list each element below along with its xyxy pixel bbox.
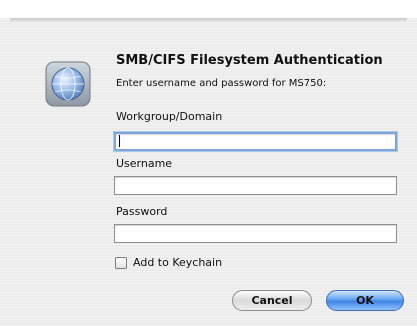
ok-button[interactable]: OK — [326, 290, 404, 311]
username-input[interactable] — [114, 176, 397, 195]
authentication-dialog: SMB/CIFS Filesystem Authentication Enter… — [0, 18, 417, 326]
text-caret — [119, 135, 120, 147]
keychain-checkbox[interactable] — [115, 257, 127, 269]
dialog-title: SMB/CIFS Filesystem Authentication — [116, 53, 383, 68]
password-input[interactable] — [114, 224, 397, 243]
dialog-top-edge — [10, 18, 407, 22]
username-label: Username — [116, 157, 173, 170]
workgroup-input[interactable] — [114, 132, 397, 151]
workgroup-label: Workgroup/Domain — [116, 110, 223, 123]
dialog-subtitle: Enter username and password for MS750: — [116, 78, 327, 89]
keychain-checkbox-label[interactable]: Add to Keychain — [133, 256, 222, 269]
password-label: Password — [116, 205, 168, 218]
cancel-button[interactable]: Cancel — [232, 290, 312, 311]
network-globe-icon — [44, 60, 92, 108]
